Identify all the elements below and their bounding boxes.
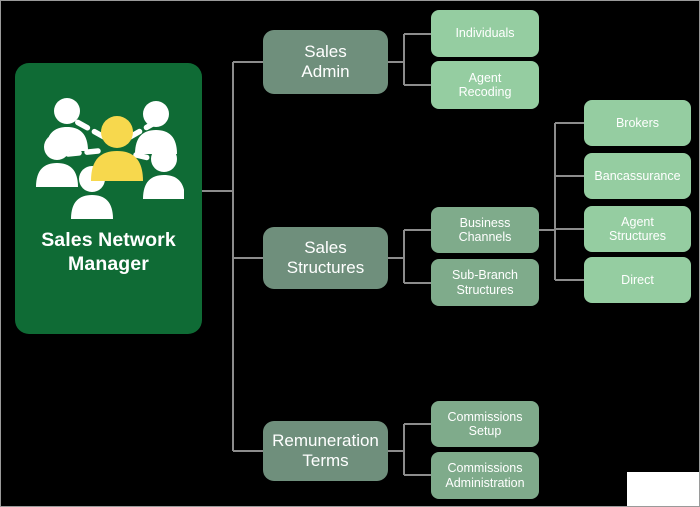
node-direct[interactable]: Direct xyxy=(584,257,691,303)
node-individuals[interactable]: Individuals xyxy=(431,10,539,57)
people-network-icon xyxy=(35,98,184,219)
diagram-canvas: Sales Network Manager Sales Admin Sales … xyxy=(0,0,700,507)
node-commissions-administration[interactable]: Commissions Administration xyxy=(431,452,539,499)
node-bancassurance[interactable]: Bancassurance xyxy=(584,153,691,199)
node-brokers[interactable]: Brokers xyxy=(584,100,691,146)
person-glyph xyxy=(134,101,177,154)
root-node-label: Sales Network Manager xyxy=(41,229,176,275)
node-remuneration-terms[interactable]: Remuneration Terms xyxy=(263,421,388,481)
node-sales-admin[interactable]: Sales Admin xyxy=(263,30,388,94)
node-agent-recoding[interactable]: Agent Recoding xyxy=(431,61,539,109)
root-node-sales-network-manager[interactable]: Sales Network Manager xyxy=(15,63,202,334)
node-sales-structures[interactable]: Sales Structures xyxy=(263,227,388,289)
node-commissions-setup[interactable]: Commissions Setup xyxy=(431,401,539,447)
node-sub-branch-structures[interactable]: Sub-Branch Structures xyxy=(431,259,539,306)
corner-patch xyxy=(627,472,699,506)
node-agent-structures[interactable]: Agent Structures xyxy=(584,206,691,252)
node-business-channels[interactable]: Business Channels xyxy=(431,207,539,253)
